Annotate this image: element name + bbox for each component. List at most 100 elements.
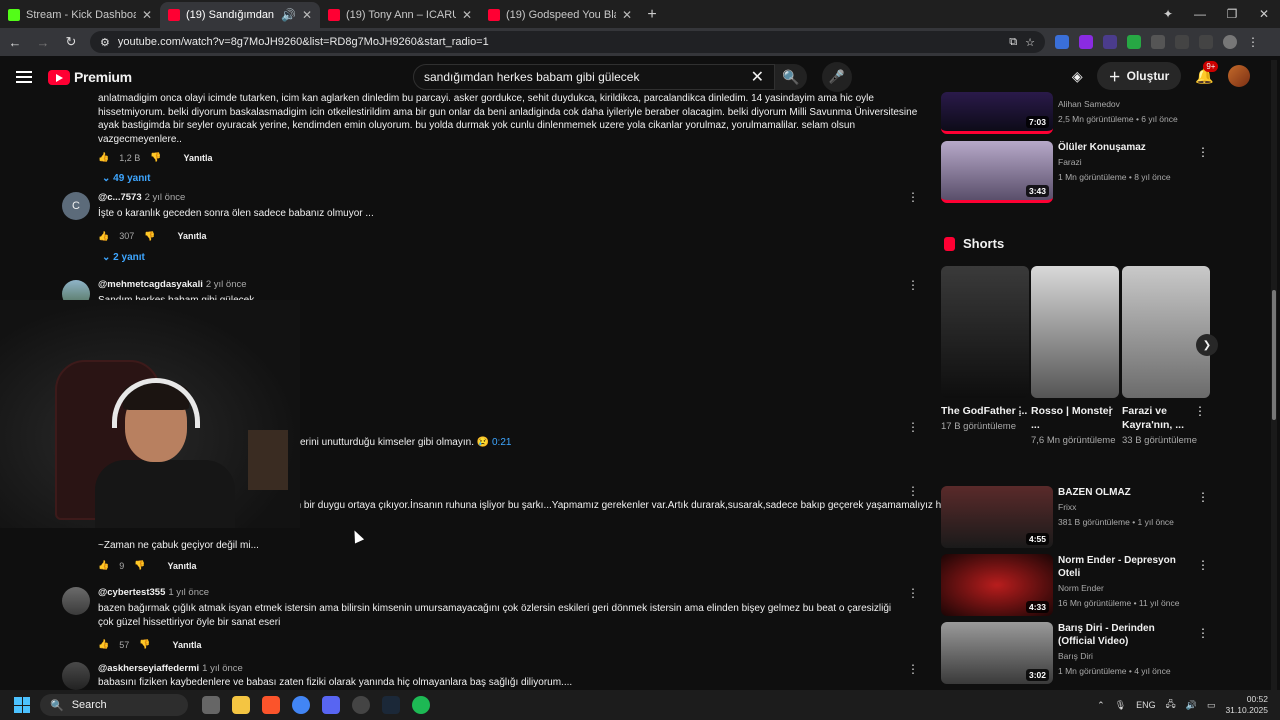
- timestamp-link[interactable]: 0:21: [492, 437, 511, 448]
- extension-icon[interactable]: [1055, 35, 1069, 49]
- comment-menu-icon[interactable]: ⋮: [907, 586, 919, 600]
- video-thumbnail[interactable]: 4:55: [941, 486, 1053, 548]
- reply-button[interactable]: Yanıtla: [172, 640, 201, 650]
- video-thumbnail[interactable]: 7:03: [941, 92, 1053, 134]
- dislike-icon[interactable]: 👎: [144, 231, 155, 242]
- comment-time[interactable]: 1 yıl önce: [168, 587, 209, 598]
- dislike-icon[interactable]: 👎: [150, 152, 161, 163]
- sidebar-icon[interactable]: [1175, 35, 1189, 49]
- close-icon[interactable]: ✕: [622, 8, 632, 22]
- tab-youtube-godspeed[interactable]: (19) Godspeed You Black Empe ✕: [480, 2, 640, 28]
- menu-icon[interactable]: ⋮: [1247, 35, 1259, 49]
- voice-search-button[interactable]: 🎤: [822, 62, 852, 92]
- author-name[interactable]: @askherseyiaffedermi: [98, 663, 199, 674]
- recommended-video[interactable]: 7:03 Alihan Samedov 2,5 Mn görüntüleme •…: [941, 92, 1211, 134]
- tab-youtube-icarus[interactable]: (19) Tony Ann – ICARUS (Officia ✕: [320, 2, 480, 28]
- short-thumbnail[interactable]: [1122, 266, 1210, 398]
- comment-time[interactable]: 2 yıl önce: [145, 192, 186, 203]
- new-tab-button[interactable]: +: [640, 2, 664, 28]
- video-menu-icon[interactable]: ⋮: [1197, 558, 1209, 572]
- create-button[interactable]: ＋ Oluştur: [1096, 62, 1182, 90]
- recommended-video[interactable]: 4:55 BAZEN OLMAZ Frixx 381 B görüntüleme…: [941, 486, 1211, 548]
- recommended-video[interactable]: 3:43 Ölüler Konuşamaz Farazi 1 Mn görünt…: [941, 141, 1211, 203]
- clock[interactable]: 00:52 31.10.2025: [1225, 694, 1268, 716]
- close-icon[interactable]: ✕: [462, 8, 472, 22]
- video-menu-icon[interactable]: ⋮: [1197, 490, 1209, 504]
- channel-name[interactable]: Frixx: [1058, 501, 1193, 514]
- forward-button[interactable]: →: [34, 35, 52, 50]
- like-icon[interactable]: 👍: [98, 152, 109, 163]
- steam-icon[interactable]: [382, 696, 400, 714]
- battery-icon[interactable]: ▭: [1207, 700, 1216, 711]
- hamburger-menu-icon[interactable]: [16, 71, 32, 83]
- chrome-icon[interactable]: [292, 696, 310, 714]
- search-button[interactable]: 🔍: [775, 64, 807, 90]
- comment-menu-icon[interactable]: ⋮: [907, 420, 919, 434]
- speaker-icon[interactable]: 🔊: [281, 8, 296, 22]
- video-title[interactable]: BAZEN OLMAZ: [1058, 486, 1193, 499]
- dislike-icon[interactable]: 👎: [134, 560, 145, 571]
- reply-button[interactable]: Yanıtla: [183, 153, 212, 163]
- extension-icon[interactable]: [1127, 35, 1141, 49]
- comment-menu-icon[interactable]: ⋮: [907, 278, 919, 292]
- copilot-icon[interactable]: ✦: [1152, 7, 1184, 21]
- tab-kick-dashboard[interactable]: Stream - Kick Dashboard ✕: [0, 2, 160, 28]
- comment-menu-icon[interactable]: ⋮: [907, 190, 919, 204]
- show-replies-button[interactable]: ⌄ 2 yanıt: [102, 252, 968, 263]
- show-replies-button[interactable]: ⌄ 49 yanıt: [102, 173, 930, 184]
- address-bar[interactable]: ⚙ youtube.com/watch?v=8g7MoJH9260&list=R…: [90, 31, 1045, 53]
- page-scrollbar-thumb[interactable]: [1272, 290, 1276, 420]
- dislike-icon[interactable]: 👎: [139, 639, 150, 650]
- recommended-video[interactable]: 3:02 Barış Diri - Derinden (Official Vid…: [941, 622, 1211, 684]
- video-menu-icon[interactable]: ⋮: [1197, 626, 1209, 640]
- cast-icon[interactable]: ◈: [1072, 68, 1083, 85]
- puzzle-icon[interactable]: [1151, 35, 1165, 49]
- minimize-button[interactable]: —: [1184, 7, 1216, 21]
- author-name[interactable]: @cybertest355: [98, 587, 165, 598]
- language-indicator[interactable]: ENG: [1136, 700, 1156, 710]
- install-icon[interactable]: ⧉: [1009, 36, 1017, 49]
- account-avatar[interactable]: [1228, 65, 1250, 87]
- video-thumbnail[interactable]: 4:33: [941, 554, 1053, 616]
- comment-time[interactable]: 2 yıl önce: [206, 279, 247, 290]
- commenter-avatar[interactable]: [62, 587, 90, 615]
- video-title[interactable]: Norm Ender - Depresyon Oteli: [1058, 554, 1193, 580]
- video-thumbnail[interactable]: 3:02: [941, 622, 1053, 684]
- short-thumbnail[interactable]: [941, 266, 1029, 398]
- task-view-icon[interactable]: [202, 696, 220, 714]
- recommended-video[interactable]: 4:33 Norm Ender - Depresyon Oteli Norm E…: [941, 554, 1211, 616]
- obs-icon[interactable]: [352, 696, 370, 714]
- short-menu-icon[interactable]: ⋮: [1104, 404, 1116, 418]
- extension-icon[interactable]: [1079, 35, 1093, 49]
- video-title[interactable]: Ölüler Konuşamaz: [1058, 141, 1193, 154]
- channel-name[interactable]: Farazi: [1058, 156, 1193, 169]
- comment-menu-icon[interactable]: ⋮: [907, 484, 919, 498]
- volume-icon[interactable]: 🔊: [1186, 700, 1197, 711]
- commenter-avatar[interactable]: [62, 662, 90, 690]
- clear-search-icon[interactable]: ✕: [751, 67, 764, 87]
- comment-time[interactable]: 1 yıl önce: [202, 663, 243, 674]
- close-icon[interactable]: ✕: [302, 8, 312, 22]
- close-window-button[interactable]: ✕: [1248, 7, 1280, 21]
- mic-icon[interactable]: 🎙: [1115, 700, 1126, 711]
- chevron-up-icon[interactable]: ⌃: [1097, 700, 1105, 711]
- reply-button[interactable]: Yanıtla: [177, 231, 206, 241]
- notifications-bell-icon[interactable]: 🔔 9+: [1195, 61, 1219, 85]
- extension-icon[interactable]: [1103, 35, 1117, 49]
- spotify-icon[interactable]: [412, 696, 430, 714]
- video-menu-icon[interactable]: ⋮: [1197, 145, 1209, 159]
- media-icon[interactable]: [1199, 35, 1213, 49]
- discord-icon[interactable]: [322, 696, 340, 714]
- bookmark-star-icon[interactable]: ☆: [1025, 36, 1035, 49]
- like-icon[interactable]: 👍: [98, 231, 109, 242]
- like-icon[interactable]: 👍: [98, 639, 109, 650]
- tab-youtube-active[interactable]: (19) Sandığımdan Herkes B 🔊 ✕: [160, 2, 320, 28]
- site-info-icon[interactable]: ⚙: [100, 36, 110, 49]
- short-thumbnail[interactable]: [1031, 266, 1119, 398]
- like-icon[interactable]: 👍: [98, 560, 109, 571]
- back-button[interactable]: ←: [6, 35, 24, 50]
- maximize-button[interactable]: ❐: [1216, 7, 1248, 21]
- search-input[interactable]: sandığımdan herkes babam gibi gülecek ✕: [413, 64, 775, 90]
- file-explorer-icon[interactable]: [232, 696, 250, 714]
- short-menu-icon[interactable]: ⋮: [1194, 404, 1206, 418]
